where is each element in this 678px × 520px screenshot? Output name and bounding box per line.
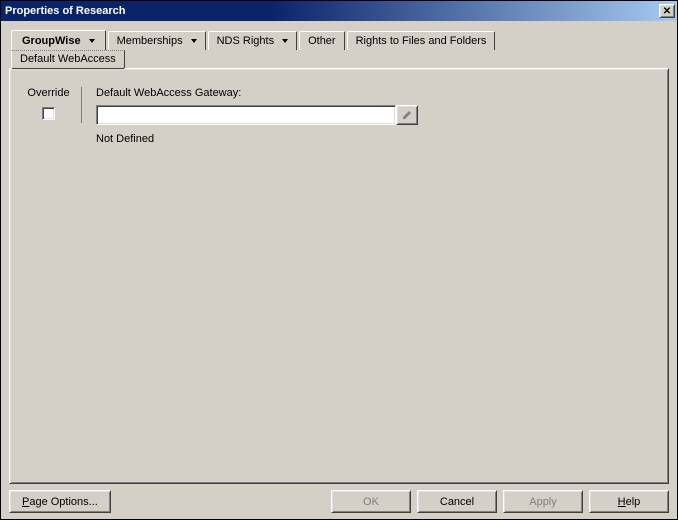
button-label-rest: age Options... (29, 496, 98, 508)
button-label: Cancel (440, 496, 474, 508)
override-checkbox[interactable] (42, 107, 55, 120)
tab-rights-files-folders[interactable]: Rights to Files and Folders (347, 31, 496, 50)
properties-window: Properties of Research ✕ GroupWise Membe… (0, 0, 678, 520)
close-icon: ✕ (663, 6, 671, 17)
panel: Override Default WebAccess Gateway: (9, 68, 669, 484)
close-button[interactable]: ✕ (659, 4, 675, 18)
subtab-default-webaccess[interactable]: Default WebAccess (11, 50, 125, 69)
gateway-status: Not Defined (96, 133, 652, 145)
gateway-label: Default WebAccess Gateway: (96, 87, 652, 99)
cancel-button[interactable]: Cancel (417, 490, 497, 513)
field-column: Default WebAccess Gateway: Not Defined (82, 87, 652, 145)
tab-label: Other (308, 35, 336, 47)
tab-label: GroupWise (22, 35, 81, 47)
button-label-rest: elp (626, 496, 641, 508)
tab-memberships[interactable]: Memberships (108, 31, 206, 50)
override-column: Override (26, 87, 82, 123)
gateway-input-row (96, 105, 652, 125)
tab-label: NDS Rights (217, 35, 274, 47)
ok-button[interactable]: OK (331, 490, 411, 513)
button-label: OK (363, 496, 379, 508)
button-row: Page Options... OK Cancel Apply Help (9, 484, 669, 513)
tab-area: GroupWise Memberships NDS Rights Other R… (9, 29, 669, 484)
apply-button[interactable]: Apply (503, 490, 583, 513)
chevron-down-icon (282, 39, 288, 43)
button-label: Apply (529, 496, 557, 508)
tab-groupwise[interactable]: GroupWise (11, 30, 106, 51)
content-area: GroupWise Memberships NDS Rights Other R… (1, 21, 677, 519)
tabs-row: GroupWise Memberships NDS Rights Other R… (11, 29, 669, 50)
subtab-label: Default WebAccess (20, 53, 116, 65)
mnemonic: H (618, 496, 626, 508)
window-title: Properties of Research (5, 5, 659, 17)
browse-button[interactable] (396, 105, 418, 125)
chevron-down-icon (89, 39, 95, 43)
subtabs-row: Default WebAccess (11, 50, 669, 69)
override-label: Override (26, 87, 71, 99)
spacer (117, 490, 325, 513)
form-row: Override Default WebAccess Gateway: (26, 87, 652, 145)
tab-label: Memberships (117, 35, 183, 47)
tab-other[interactable]: Other (299, 31, 345, 50)
chevron-down-icon (191, 39, 197, 43)
pencil-icon (401, 109, 413, 121)
page-options-button[interactable]: Page Options... (9, 490, 111, 513)
help-button[interactable]: Help (589, 490, 669, 513)
tab-label: Rights to Files and Folders (356, 35, 487, 47)
titlebar: Properties of Research ✕ (1, 1, 677, 21)
gateway-input[interactable] (96, 105, 396, 125)
tab-nds-rights[interactable]: NDS Rights (208, 31, 297, 50)
